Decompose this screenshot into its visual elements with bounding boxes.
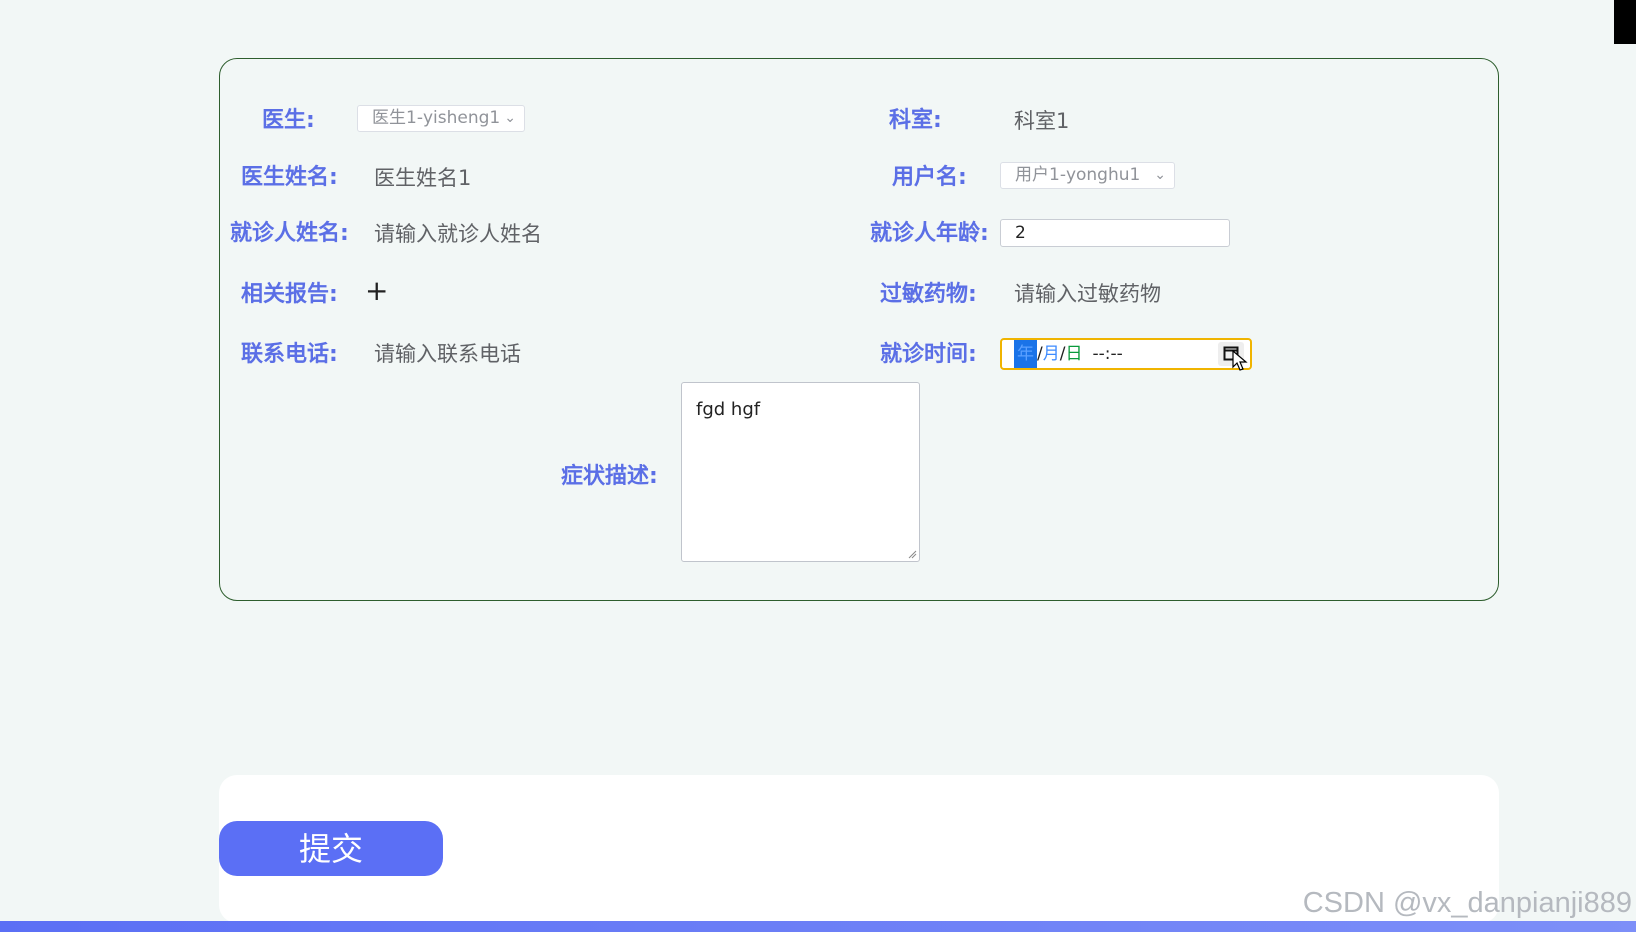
visit-time-year[interactable]: 年 xyxy=(1014,340,1037,368)
department-value: 科室1 xyxy=(1014,109,1070,133)
doctor-select-value: 医生1-yisheng1 xyxy=(372,108,501,128)
visit-time-clock[interactable]: --:-- xyxy=(1092,344,1122,364)
report-label: 相关报告: xyxy=(241,282,338,307)
visit-time-day[interactable]: 日 xyxy=(1065,344,1082,364)
symptoms-label: 症状描述: xyxy=(561,464,658,489)
chevron-down-icon: ⌄ xyxy=(1154,167,1166,183)
bottom-bar xyxy=(0,921,1636,932)
doctor-label: 医生: xyxy=(262,108,315,133)
mouse-cursor-icon xyxy=(1232,350,1248,371)
visit-time-label: 就诊时间: xyxy=(880,342,977,367)
watermark: CSDN @vx_danpianji889 xyxy=(1302,887,1632,919)
visit-time-input[interactable]: 年/月/日 --:-- xyxy=(1000,338,1252,370)
symptoms-text: fgd hgf xyxy=(696,399,761,420)
doctor-name-value: 医生姓名1 xyxy=(374,166,472,190)
doctor-name-label: 医生姓名: xyxy=(241,165,338,190)
submit-button[interactable]: 提交 xyxy=(219,821,443,876)
phone-input[interactable]: 请输入联系电话 xyxy=(374,339,521,369)
patient-age-input[interactable]: 2 xyxy=(1000,219,1230,247)
corner-block xyxy=(1614,0,1636,44)
username-select[interactable]: 用户1-yonghu1 ⌄ xyxy=(1000,162,1175,189)
chevron-down-icon: ⌄ xyxy=(504,110,516,126)
doctor-select[interactable]: 医生1-yisheng1 ⌄ xyxy=(357,105,525,132)
patient-age-label: 就诊人年龄: xyxy=(870,221,989,246)
patient-name-input[interactable]: 请输入就诊人姓名 xyxy=(374,219,542,249)
upload-plus-icon[interactable]: + xyxy=(365,276,388,306)
patient-name-label: 就诊人姓名: xyxy=(230,221,349,246)
visit-time-month[interactable]: 月 xyxy=(1043,344,1060,364)
symptoms-textarea[interactable]: fgd hgf xyxy=(681,382,920,562)
allergy-input[interactable]: 请输入过敏药物 xyxy=(1014,279,1161,309)
department-label: 科室: xyxy=(889,108,942,133)
username-select-value: 用户1-yonghu1 xyxy=(1015,165,1141,185)
allergy-label: 过敏药物: xyxy=(880,282,977,307)
username-label: 用户名: xyxy=(892,165,967,190)
phone-label: 联系电话: xyxy=(241,342,338,367)
resize-grip-icon[interactable] xyxy=(907,549,917,559)
